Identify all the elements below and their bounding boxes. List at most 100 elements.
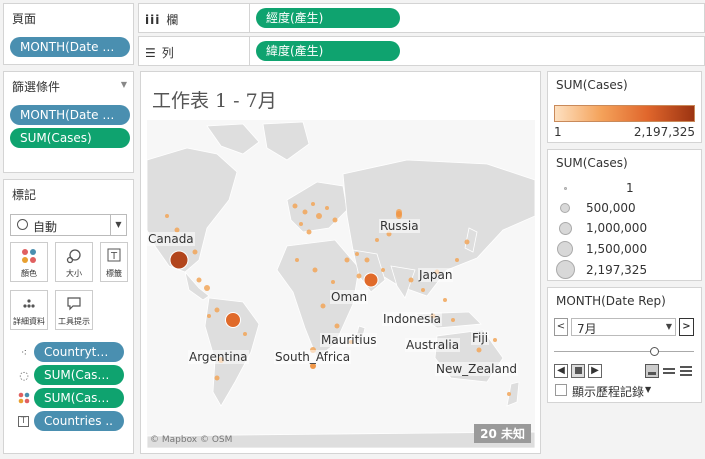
- rows-label: 列: [161, 46, 174, 60]
- columns-longitude-pill[interactable]: 經度(產生): [256, 8, 400, 28]
- size-legend-item-5: 2,197,325: [548, 260, 647, 279]
- mark-field-label[interactable]: T Countries ..: [14, 411, 124, 431]
- tooltip-button-label: 工具提示: [58, 317, 90, 326]
- size-icon: [56, 248, 92, 264]
- size-legend: SUM(Cases) 1 500,000 1,000,000 1,500,000…: [547, 149, 702, 281]
- page-control: MONTH(Date Rep) < 7月 ▼ > ◀ ▶ 顯示歷程記錄 ▼: [547, 287, 702, 403]
- mark-field-size[interactable]: ◌ SUM(Cases): [14, 365, 124, 385]
- size-icon: ◌: [19, 368, 29, 382]
- mark-type-select[interactable]: 自動 ▼: [10, 214, 127, 236]
- speed-slow-icon[interactable]: [645, 364, 659, 378]
- size-circle-icon: [563, 186, 567, 190]
- field-pill-size-cases[interactable]: SUM(Cases): [34, 365, 124, 385]
- page-select-value: 7月: [577, 322, 597, 336]
- filters-card-title: 篩選條件: [12, 80, 61, 94]
- size-legend-item-1: 1: [548, 181, 634, 195]
- columns-icon: iii: [145, 12, 161, 27]
- chevron-down-icon: ▼: [110, 215, 126, 235]
- map-label-argentina: Argentina: [188, 350, 249, 364]
- map-label-south-africa: South_Africa: [274, 350, 352, 364]
- pages-month-pill[interactable]: MONTH(Date Re..: [10, 37, 130, 57]
- worksheet: 工作表 1 - 7月 Canada Russia Japan Oman Indo…: [140, 71, 541, 454]
- detail-dots-icon: ⁖: [20, 345, 28, 359]
- size-button-label: 大小: [66, 269, 82, 278]
- label-button-label: 標籤: [106, 269, 122, 278]
- history-dropdown-icon[interactable]: ▼: [645, 385, 651, 394]
- play-forward-button[interactable]: ▶: [588, 364, 602, 378]
- tooltip-icon: [56, 296, 92, 312]
- color-legend-title: SUM(Cases): [556, 78, 628, 92]
- show-history-checkbox[interactable]: [555, 384, 567, 396]
- world-map: [147, 120, 535, 448]
- prev-page-button[interactable]: <: [554, 318, 568, 336]
- mark-field-detail[interactable]: ⁖ Countryter..: [14, 342, 124, 362]
- color-legend: SUM(Cases) 1 2,197,325: [547, 71, 702, 143]
- filter-month-pill[interactable]: MONTH(Date Re..: [10, 105, 130, 125]
- size-button[interactable]: 大小: [55, 242, 93, 282]
- rows-latitude-pill[interactable]: 緯度(產生): [256, 41, 400, 61]
- map-label-new-zealand: New_Zealand: [435, 362, 519, 376]
- size-circle-icon: [557, 241, 573, 257]
- speed-medium-icon[interactable]: [662, 364, 676, 378]
- show-history-label: 顯示歷程記錄: [572, 385, 645, 399]
- page-slider[interactable]: [554, 347, 694, 357]
- color-button-label: 顏色: [21, 269, 37, 278]
- map-label-mauritius: Mauritius: [320, 333, 378, 347]
- svg-text:T: T: [110, 251, 118, 262]
- page-control-title: MONTH(Date Rep): [556, 294, 666, 308]
- pages-card: 頁面 MONTH(Date Re..: [3, 3, 134, 65]
- rows-shelf[interactable]: ☰ 列 緯度(產生): [138, 36, 705, 66]
- detail-button-label: 詳細資料: [13, 317, 45, 326]
- marks-card: 標記 自動 ▼ 顏色 大小 T 標籤 詳細資料 工具提示 ⁖ Countryte…: [3, 179, 134, 454]
- tooltip-button[interactable]: 工具提示: [55, 290, 93, 330]
- map-view[interactable]: Canada Russia Japan Oman Indonesia Mauri…: [147, 120, 535, 448]
- size-legend-item-4: 1,500,000: [548, 241, 647, 257]
- color-dots-icon: [14, 392, 34, 404]
- detail-dots-icon: [11, 296, 47, 312]
- size-legend-item-3: 1,000,000: [548, 221, 647, 235]
- map-label-japan: Japan: [418, 268, 454, 282]
- mark-type-value: 自動: [33, 220, 58, 234]
- size-circle-icon: [560, 203, 570, 213]
- detail-button[interactable]: 詳細資料: [10, 290, 48, 330]
- color-legend-max: 2,197,325: [633, 125, 695, 139]
- filter-cases-pill[interactable]: SUM(Cases): [10, 128, 130, 148]
- size-circle-icon: [558, 221, 572, 235]
- map-label-russia: Russia: [379, 219, 420, 233]
- chevron-down-icon: ▼: [665, 322, 672, 331]
- stop-button[interactable]: [571, 364, 585, 378]
- color-gradient-bar: [554, 105, 695, 122]
- speed-fast-icon[interactable]: [679, 364, 693, 378]
- filters-dropdown-icon[interactable]: ▼: [121, 80, 127, 89]
- color-dots-icon: [11, 248, 47, 264]
- circle-mark-icon: [17, 219, 28, 230]
- text-label-icon: T: [18, 415, 29, 427]
- unknown-values-badge[interactable]: 20 未知: [474, 424, 531, 443]
- text-label-icon: T: [101, 248, 127, 262]
- label-button[interactable]: T 標籤: [100, 242, 128, 282]
- field-pill-countries[interactable]: Countries ..: [34, 411, 124, 431]
- map-label-canada: Canada: [147, 232, 195, 246]
- step-back-button[interactable]: ◀: [554, 364, 568, 378]
- field-pill-country[interactable]: Countryter..: [34, 342, 124, 362]
- map-label-indonesia: Indonesia: [382, 312, 443, 326]
- marks-card-title: 標記: [12, 188, 37, 202]
- size-legend-item-2: 500,000: [548, 201, 636, 215]
- color-button[interactable]: 顏色: [10, 242, 48, 282]
- page-slider-handle[interactable]: [650, 347, 659, 356]
- color-legend-min: 1: [554, 125, 562, 139]
- pages-card-title: 頁面: [12, 12, 37, 26]
- map-attribution: © Mapbox © OSM: [150, 435, 233, 445]
- sheet-title: 工作表 1 - 7月: [152, 90, 277, 112]
- columns-label: 欄: [166, 13, 179, 27]
- map-label-australia: Australia: [405, 338, 461, 352]
- rows-icon: ☰: [145, 45, 156, 60]
- columns-shelf[interactable]: iii 欄 經度(產生): [138, 3, 705, 33]
- map-label-fiji: Fiji: [471, 331, 490, 345]
- next-page-button[interactable]: >: [679, 318, 694, 336]
- field-pill-color-cases[interactable]: SUM(Cases): [34, 388, 124, 408]
- map-label-oman: Oman: [330, 290, 369, 304]
- size-circle-icon: [555, 260, 575, 279]
- page-select[interactable]: 7月 ▼: [571, 318, 676, 336]
- mark-field-color[interactable]: SUM(Cases): [14, 388, 124, 408]
